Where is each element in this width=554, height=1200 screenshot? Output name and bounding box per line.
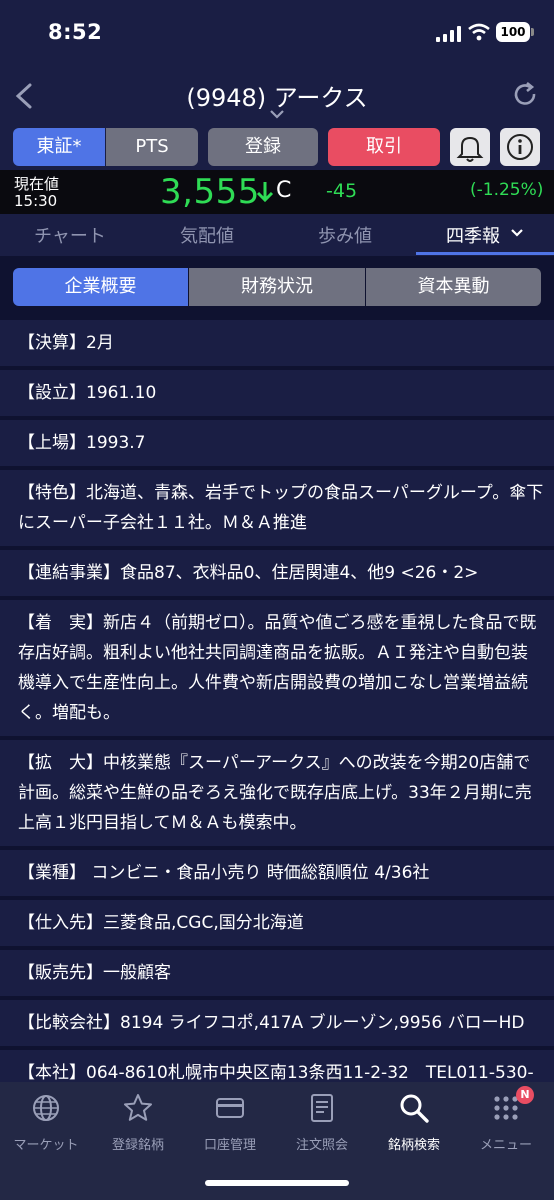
search-icon bbox=[400, 1094, 429, 1123]
list-item: 【決算】2月 bbox=[0, 320, 554, 366]
chevron-down-icon[interactable] bbox=[268, 108, 286, 120]
tabbar-item-account[interactable]: 口座管理 bbox=[184, 1092, 276, 1153]
list-item: 【仕入先】三菱食品,CGC,国分北海道 bbox=[0, 900, 554, 946]
company-info-list: 【決算】2月 【設立】1961.10 【上場】1993.7 【特色】北海道、青森… bbox=[0, 320, 554, 1082]
notification-badge: N bbox=[516, 1086, 534, 1104]
alert-button[interactable] bbox=[450, 128, 490, 166]
action-row: 東証* PTS 登録 取引 bbox=[0, 124, 554, 170]
chevron-down-icon[interactable] bbox=[510, 228, 524, 238]
tabbar-label: 口座管理 bbox=[203, 1138, 256, 1153]
list-item: 【比較会社】8194 ライフコポ,417A ブルーゾン,9956 バローHD bbox=[0, 1000, 554, 1046]
tab-shikiho[interactable]: 四季報 bbox=[446, 222, 500, 248]
tabbar-label: マーケット bbox=[13, 1138, 79, 1153]
active-tab-indicator bbox=[416, 252, 554, 255]
tab-quote[interactable]: 気配値 bbox=[180, 222, 234, 248]
price-change: -45 bbox=[326, 180, 358, 202]
bell-icon bbox=[456, 136, 484, 162]
tab-ticks[interactable]: 歩み値 bbox=[318, 222, 372, 248]
pts-button[interactable]: PTS bbox=[106, 128, 198, 166]
list-item: 【設立】1961.10 bbox=[0, 370, 554, 416]
wifi-icon bbox=[468, 23, 490, 41]
battery-indicator: 100 bbox=[496, 22, 534, 42]
tabbar-label: 登録銘柄 bbox=[111, 1138, 164, 1153]
tabbar-item-search[interactable]: 銘柄検索 bbox=[368, 1092, 460, 1153]
nav-bar: (9948) アークス bbox=[0, 70, 554, 124]
register-button[interactable]: 登録 bbox=[208, 128, 318, 166]
arrow-down-icon bbox=[256, 182, 274, 203]
info-icon bbox=[507, 134, 533, 160]
tabbar-item-watchlist[interactable]: 登録銘柄 bbox=[92, 1092, 184, 1153]
home-indicator[interactable] bbox=[205, 1180, 349, 1186]
price-time: 15:30 bbox=[14, 192, 58, 210]
tabbar-item-orders[interactable]: 注文照会 bbox=[276, 1092, 368, 1153]
list-item: 【業種】 コンビニ・食品小売り 時価総額順位 4/36社 bbox=[0, 850, 554, 896]
trade-button[interactable]: 取引 bbox=[328, 128, 440, 166]
list-item: 【本社】064-8610札幌市中央区南13条西11-2-32 TEL011-53… bbox=[0, 1050, 554, 1082]
tse-button[interactable]: 東証* bbox=[13, 128, 105, 166]
globe-icon bbox=[33, 1095, 59, 1121]
segment-control: 企業概要 財務状況 資本異動 bbox=[0, 256, 554, 320]
star-icon bbox=[124, 1094, 152, 1121]
current-price: 3,555 bbox=[160, 172, 260, 212]
status-bar: 8:52 100 bbox=[0, 0, 554, 70]
main-tabs: チャート 気配値 歩み値 四季報 bbox=[0, 214, 554, 256]
tabbar-label: メニュー bbox=[479, 1138, 532, 1153]
segment-capital-changes[interactable]: 資本異動 bbox=[366, 268, 541, 306]
tabbar-label: 銘柄検索 bbox=[387, 1138, 440, 1153]
close-flag: C bbox=[276, 178, 292, 203]
segment-financials[interactable]: 財務状況 bbox=[189, 268, 365, 306]
current-price-label: 現在値 bbox=[14, 175, 60, 193]
list-item: 【特色】北海道、青森、岩手でトップの食品スーパーグループ。傘下にスーパー子会社１… bbox=[0, 470, 554, 546]
tabbar-label: 注文照会 bbox=[295, 1138, 348, 1153]
card-icon bbox=[216, 1098, 244, 1118]
list-item: 【着 実】新店４（前期ゼロ）。品質や値ごろ感を重視した食品で既存店好調。粗利よい… bbox=[0, 600, 554, 736]
list-item: 【拡 大】中核業態『スーパーアークス』への改装を今期20店舗で計画。総菜や生鮮の… bbox=[0, 740, 554, 846]
signal-icon bbox=[436, 26, 462, 42]
list-item: 【連結事業】食品87、衣料品0、住居関連4、他9 <26・2> bbox=[0, 550, 554, 596]
document-icon bbox=[311, 1094, 333, 1122]
price-change-percent: (-1.25%) bbox=[470, 180, 544, 200]
list-item: 【上場】1993.7 bbox=[0, 420, 554, 466]
tabbar-item-menu[interactable]: N メニュー bbox=[460, 1086, 552, 1153]
price-row: 現在値 15:30 3,555 C -45 (-1.25%) bbox=[0, 170, 554, 214]
tabbar-item-market[interactable]: マーケット bbox=[0, 1092, 92, 1153]
list-item: 【販売先】一般顧客 bbox=[0, 950, 554, 996]
tab-chart[interactable]: チャート bbox=[34, 222, 106, 248]
refresh-icon[interactable] bbox=[510, 80, 540, 110]
info-button[interactable] bbox=[500, 128, 540, 166]
segment-company-overview[interactable]: 企業概要 bbox=[13, 268, 188, 306]
status-time: 8:52 bbox=[48, 20, 103, 44]
